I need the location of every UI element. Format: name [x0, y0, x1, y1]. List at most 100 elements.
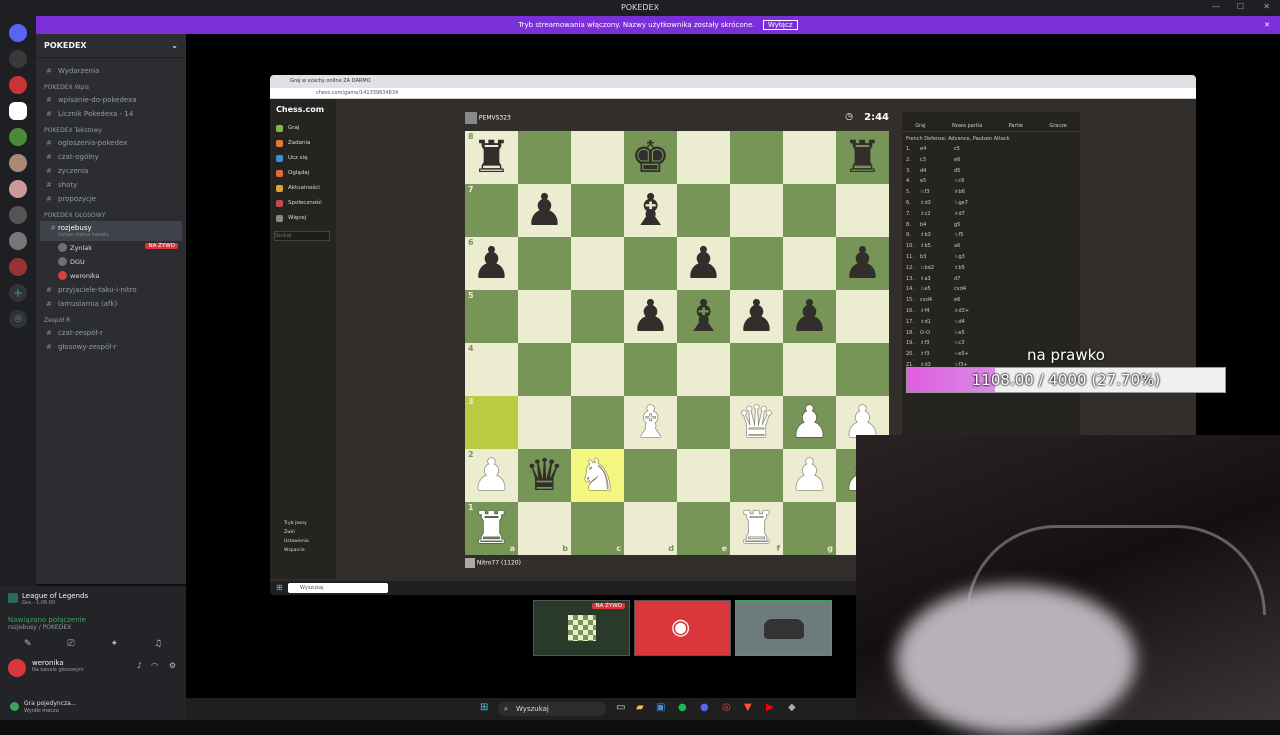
voice-user[interactable]: Zynlak NA ŻYWO — [36, 241, 186, 255]
nav-news[interactable]: Aktualności — [270, 180, 336, 195]
file-explorer-icon[interactable]: ▰ — [636, 702, 644, 713]
board-square[interactable] — [571, 237, 624, 290]
move-row[interactable]: 10. ♗b5 a6 — [902, 243, 1080, 254]
server-icon[interactable] — [9, 50, 27, 68]
white-move[interactable]: ♗d1 — [920, 319, 954, 325]
board-square[interactable] — [836, 343, 889, 396]
white-move[interactable]: ♗d3 — [920, 200, 954, 206]
channel-item[interactable]: życzenia — [36, 164, 186, 178]
board-square[interactable] — [571, 343, 624, 396]
voice-channel[interactable]: głosowy-zespół-r — [36, 340, 186, 354]
chess-board[interactable]: ♜8♚♜7♟♝♟6♟♟5♟♝♟♟43♝♛♟♟♟2♛♞♟♟♜1abcde♜fg — [465, 131, 889, 555]
taskbar-search[interactable]: Wyszukaj ⌕ — [498, 702, 606, 716]
board-square[interactable]: ♛ — [730, 396, 783, 449]
settings-item[interactable]: Ustawienia — [270, 537, 315, 546]
board-square[interactable] — [518, 396, 571, 449]
black-piece[interactable]: ♛ — [525, 450, 564, 501]
activities-icon[interactable]: ✦ — [111, 639, 119, 649]
disable-streamer-mode-button[interactable]: Wyłącz — [762, 20, 798, 30]
black-piece[interactable]: ♟ — [525, 185, 564, 236]
nav-social[interactable]: Społeczność — [270, 195, 336, 210]
move-row[interactable]: 9. ♗b3 ♘f5 — [902, 232, 1080, 243]
light-mode-item[interactable]: Tryb jasny — [270, 519, 315, 528]
move-row[interactable]: 5. ♘f3 ♕b6 — [902, 189, 1080, 200]
board-square[interactable] — [677, 396, 730, 449]
move-row[interactable]: 3. d4 d5 — [902, 168, 1080, 179]
collapse-item[interactable]: Zwiń — [270, 528, 315, 537]
stream-thumb[interactable]: ◉ — [634, 600, 731, 656]
black-move[interactable]: ♗d7 — [954, 211, 988, 217]
black-move[interactable]: ♘f5 — [954, 232, 988, 238]
board-square[interactable] — [571, 184, 624, 237]
board-square[interactable]: ♜ 8 — [465, 131, 518, 184]
white-piece[interactable]: ♟ — [472, 450, 511, 501]
board-square[interactable] — [783, 131, 836, 184]
board-square[interactable]: ♜ f — [730, 502, 783, 555]
headphones-icon[interactable]: ◠ — [151, 661, 158, 670]
board-square[interactable]: 7 — [465, 184, 518, 237]
close-icon[interactable]: ✕ — [1263, 2, 1270, 11]
black-piece[interactable]: ♟ — [737, 291, 776, 342]
white-move[interactable]: ♗b3 — [920, 232, 954, 238]
server-icon[interactable] — [9, 180, 27, 198]
board-square[interactable] — [783, 184, 836, 237]
black-piece[interactable]: ♟ — [790, 291, 829, 342]
board-square[interactable]: ♟ — [518, 184, 571, 237]
black-piece[interactable]: ♟ — [843, 238, 882, 289]
board-square[interactable]: 4 — [465, 343, 518, 396]
black-move[interactable]: ♘ge7 — [954, 200, 988, 206]
black-move[interactable]: ♘e5 — [954, 330, 988, 336]
white-move[interactable]: ♗c2 — [920, 211, 954, 217]
white-piece[interactable]: ♟ — [790, 450, 829, 501]
brave-icon[interactable]: ▼ — [744, 702, 752, 713]
white-move[interactable]: ♗f4 — [920, 308, 954, 314]
nav-more[interactable]: Więcej — [270, 210, 336, 225]
category-label[interactable]: Zespół R — [36, 311, 186, 326]
move-row[interactable]: 13. ♗a3 d7 — [902, 276, 1080, 287]
move-row[interactable]: 7. ♗c2 ♗d7 — [902, 211, 1080, 222]
category-label[interactable]: POKEDEX Wpis — [36, 78, 186, 93]
board-square[interactable] — [677, 184, 730, 237]
black-move[interactable]: a6 — [954, 243, 988, 249]
board-square[interactable]: ♟ — [624, 290, 677, 343]
discover-icon[interactable]: ◎ — [9, 310, 27, 328]
stream-thumb[interactable] — [735, 600, 832, 656]
white-move[interactable]: b3 — [920, 254, 954, 260]
black-piece[interactable]: ♝ — [684, 291, 723, 342]
black-piece[interactable]: ♜ — [472, 132, 511, 183]
white-move[interactable]: O-O — [920, 330, 954, 336]
chess-logo[interactable]: Chess.com — [270, 99, 336, 120]
tab-play[interactable]: Graj — [915, 123, 925, 129]
board-square[interactable]: ♟ — [783, 449, 836, 502]
white-move[interactable]: b4 — [920, 222, 954, 228]
channel-item[interactable]: ogloszenia-pokedex — [36, 136, 186, 150]
notification[interactable]: Gra pojedyncza... Wyniki meczu — [6, 698, 186, 720]
board-square[interactable]: ♟ — [730, 290, 783, 343]
white-move[interactable]: ♘bd2 — [920, 265, 954, 271]
black-move[interactable]: e6 — [954, 157, 988, 163]
events-item[interactable]: Wydarzenia — [36, 64, 186, 78]
board-square[interactable] — [518, 131, 571, 184]
nav-learn[interactable]: Ucz się — [270, 150, 336, 165]
board-square[interactable] — [677, 449, 730, 502]
tab-games[interactable]: Partie — [1009, 123, 1023, 129]
black-move[interactable]: d7 — [954, 276, 988, 282]
move-row[interactable]: 18. O-O ♘e5 — [902, 330, 1080, 341]
task-view-icon[interactable]: ▭ — [616, 702, 625, 713]
black-piece[interactable]: ♟ — [472, 238, 511, 289]
board-square[interactable]: g — [783, 502, 836, 555]
board-square[interactable]: ♟ — [783, 290, 836, 343]
board-square[interactable] — [518, 290, 571, 343]
youtube-icon[interactable]: ▶ — [766, 702, 774, 713]
channel-item[interactable]: czat-ogólny — [36, 150, 186, 164]
board-square[interactable]: ♟ — [836, 237, 889, 290]
voice-connection[interactable]: Nawiązano połączenie rozjebusy / POKEDEX — [0, 606, 186, 631]
board-square[interactable] — [730, 343, 783, 396]
board-square[interactable] — [730, 449, 783, 502]
top-player-name[interactable]: PEMVS323 — [479, 115, 511, 122]
board-square[interactable]: c — [571, 502, 624, 555]
black-piece[interactable]: ♜ — [843, 132, 882, 183]
board-square[interactable]: ♟ 2 — [465, 449, 518, 502]
move-row[interactable]: 14. ♘e5 cxd4 — [902, 286, 1080, 297]
inner-search[interactable]: Wyszukaj — [288, 583, 388, 593]
